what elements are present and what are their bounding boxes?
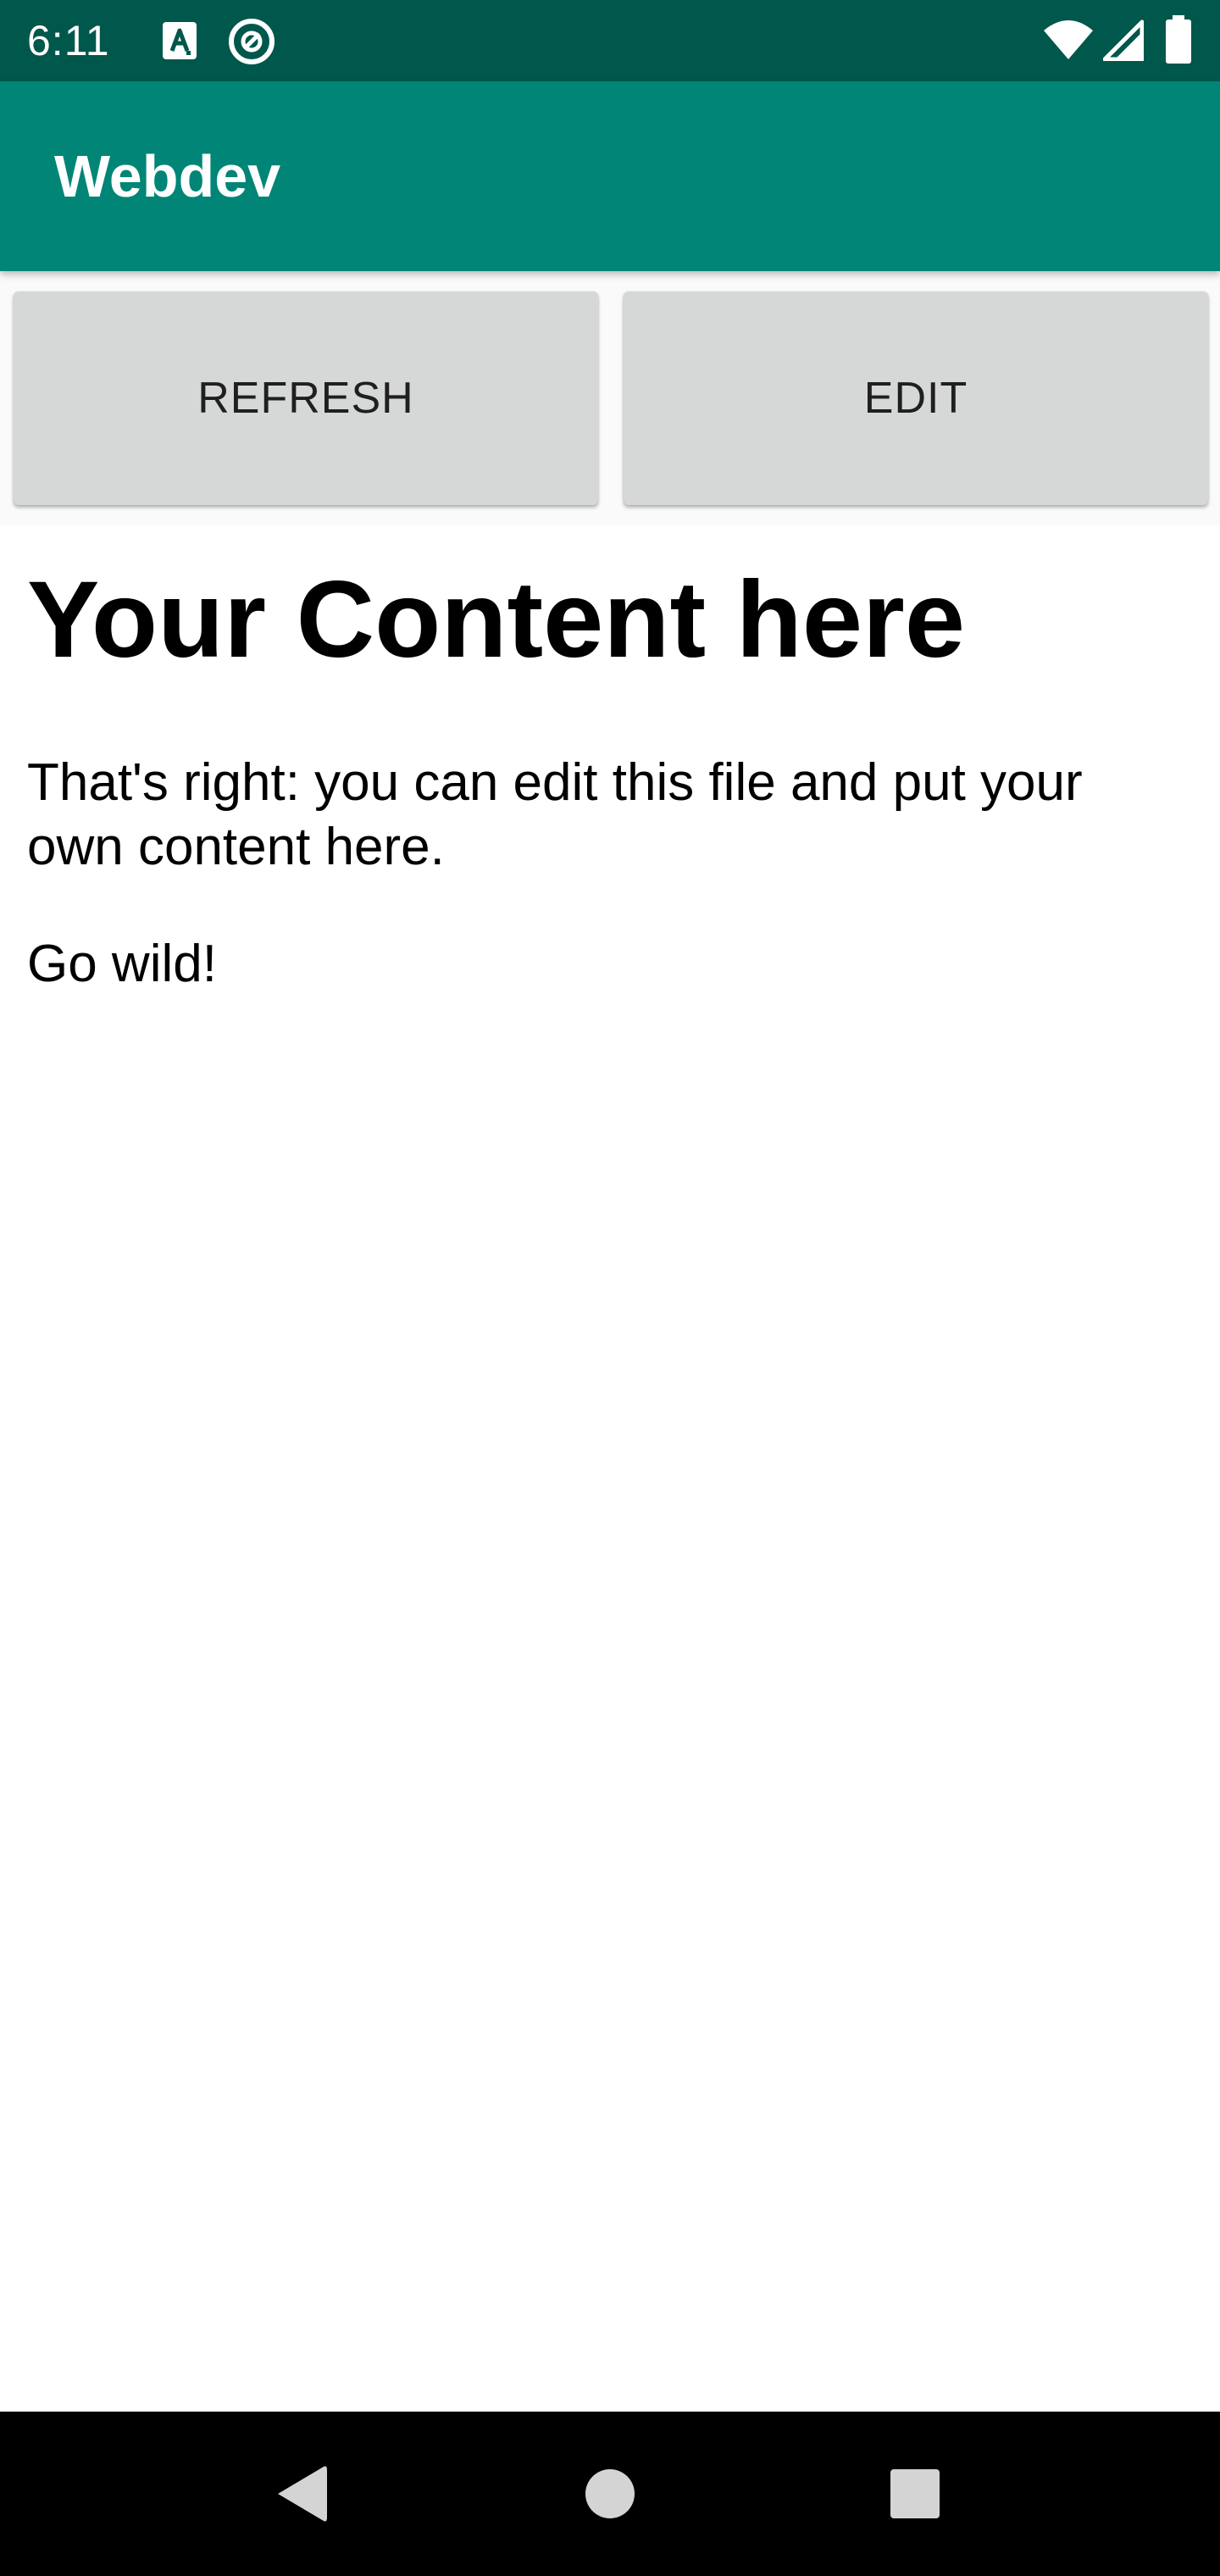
webview-content: Your Content here That's right: you can … [0, 525, 1220, 2412]
home-button[interactable] [525, 2412, 695, 2576]
button-toolbar: REFRESH EDIT [0, 271, 1220, 525]
back-icon [278, 2466, 327, 2522]
app-title: Webdev [54, 143, 281, 209]
status-time: 6:11 [27, 17, 110, 64]
battery-icon [1166, 15, 1191, 64]
status-bar: 6:11 [0, 0, 1220, 81]
a-notification-icon [163, 22, 197, 59]
content-heading: Your Content here [27, 559, 965, 680]
wifi-icon [1044, 20, 1093, 59]
home-icon [585, 2469, 635, 2518]
at-sign-icon [229, 19, 274, 64]
edit-button[interactable]: EDIT [624, 291, 1208, 505]
refresh-button[interactable]: REFRESH [14, 291, 598, 505]
content-paragraph-go-wild: Go wild! [27, 935, 217, 993]
cellular-signal-icon [1103, 19, 1144, 61]
content-paragraph: That's right: you can edit this file and… [27, 753, 1083, 876]
back-button[interactable] [217, 2412, 386, 2576]
recents-button[interactable] [830, 2412, 1000, 2576]
recents-icon [890, 2469, 940, 2518]
navigation-bar [0, 2412, 1220, 2576]
app-bar: Webdev [0, 81, 1220, 271]
